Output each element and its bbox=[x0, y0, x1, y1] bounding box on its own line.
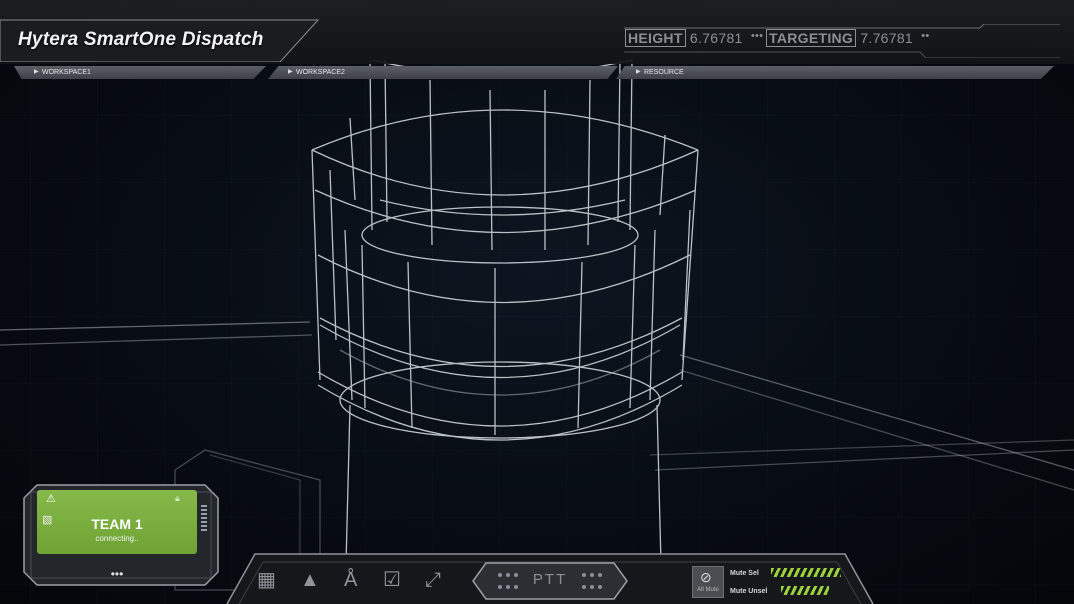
alert-bell-icon[interactable]: ▲ bbox=[300, 569, 320, 591]
height-value: 6.76781 bbox=[689, 30, 743, 46]
height-readout: HEIGHT 6.76781 ••• bbox=[625, 29, 767, 47]
app-title: Hytera SmartOne Dispatch bbox=[18, 29, 264, 50]
targeting-label: TARGETING bbox=[766, 29, 857, 47]
tab-resource[interactable]: ▶ RESOURCE bbox=[616, 66, 1054, 79]
mute-sel-label: Mute Sel bbox=[730, 570, 759, 577]
warning-icon: ⚠ bbox=[46, 493, 56, 505]
more-options-button[interactable]: ••• bbox=[99, 568, 135, 582]
team-card[interactable]: TEAM 1 connecting.. bbox=[37, 490, 197, 554]
signal-strength-icon bbox=[201, 505, 207, 531]
tab-arrow-icon: ▶ bbox=[288, 69, 293, 75]
listen-ear-icon[interactable]: Å bbox=[344, 569, 357, 591]
tab-label: RESOURCE bbox=[644, 69, 684, 76]
team-status: connecting.. bbox=[95, 534, 139, 543]
tab-workspace2[interactable]: ▶ WORKSPACE2 bbox=[268, 66, 618, 79]
team-name: TEAM 1 bbox=[91, 516, 143, 532]
tab-label: WORKSPACE2 bbox=[296, 69, 345, 76]
tab-workspace1[interactable]: ▶ WORKSPACE1 bbox=[14, 66, 266, 79]
targeting-dots: •• bbox=[921, 30, 930, 42]
fullscreen-icon[interactable]: ⤢ bbox=[425, 569, 441, 591]
height-label: HEIGHT bbox=[625, 29, 686, 47]
tab-arrow-icon: ▶ bbox=[34, 69, 39, 75]
tab-label: WORKSPACE1 bbox=[42, 69, 91, 76]
height-dots: ••• bbox=[750, 30, 764, 42]
mute-prohibit-icon: ⊘ bbox=[700, 569, 712, 585]
checklist-icon[interactable]: ☑ bbox=[383, 569, 401, 591]
targeting-readout: TARGETING 7.76781 •• bbox=[766, 29, 934, 47]
ptt-label: PTT bbox=[532, 571, 568, 588]
tab-arrow-icon: ▶ bbox=[636, 69, 641, 75]
mute-unsel-label: Mute Unsel bbox=[730, 588, 768, 595]
all-mute-label: All Mute bbox=[697, 587, 719, 593]
targeting-value: 7.76781 bbox=[860, 30, 914, 46]
radio-icon: ▧ bbox=[42, 514, 53, 526]
keypad-icon[interactable]: ▦ bbox=[257, 569, 276, 591]
lock-icon: 🔒︎ bbox=[175, 493, 180, 503]
mute-sel-button[interactable] bbox=[771, 568, 841, 577]
mute-unsel-button[interactable] bbox=[781, 586, 829, 595]
dispatch-workspace: Hytera SmartOne Dispatch HEIGHT 6.76781 … bbox=[0, 0, 1074, 604]
